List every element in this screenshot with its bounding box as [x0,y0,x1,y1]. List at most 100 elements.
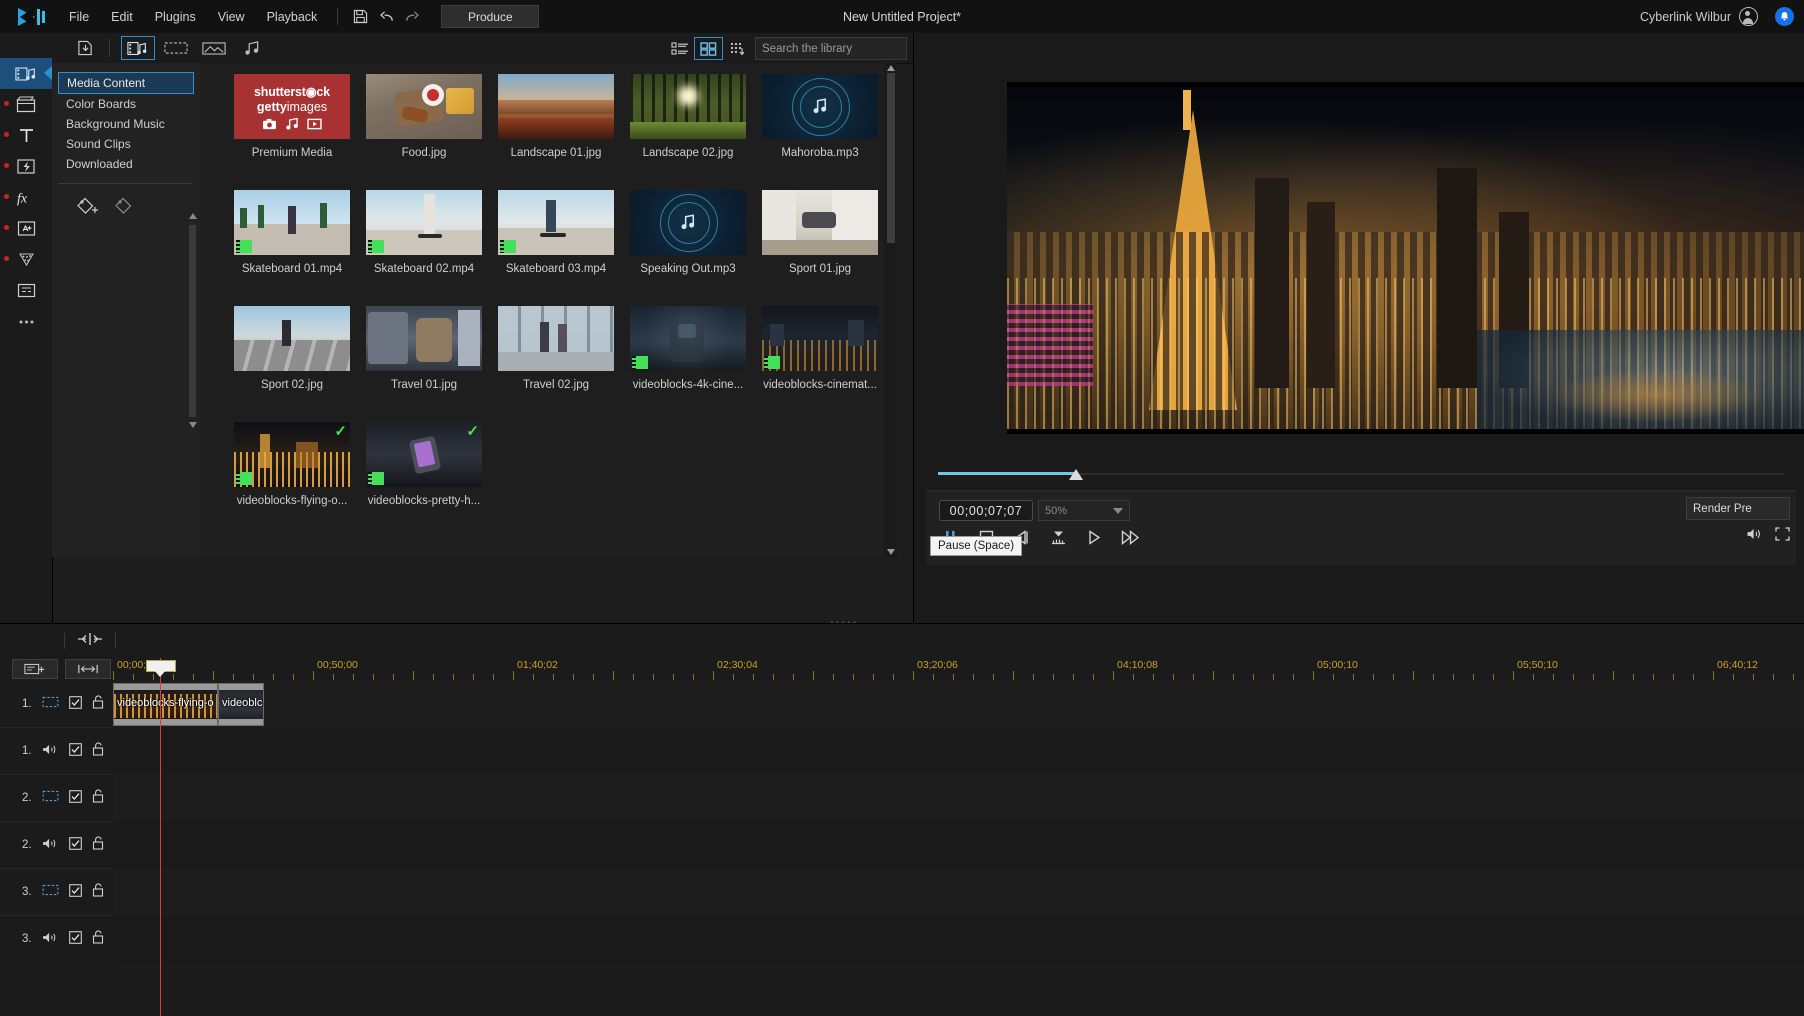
snapshot-button[interactable] [1047,527,1069,547]
account-area[interactable]: Cyberlink Wilbur [1640,0,1758,33]
media-item-skateboard-01[interactable]: Skateboard 01.mp4 [226,190,358,275]
track-body-audio-1[interactable] [113,727,1804,775]
timeline-resize-icon[interactable] [77,632,103,651]
produce-button[interactable]: Produce [441,5,539,28]
track-lock-icon[interactable] [92,883,104,900]
media-thumbnail[interactable] [234,306,350,371]
track-lock-icon[interactable] [92,695,104,712]
timeline-clip[interactable]: videoblc [218,683,264,726]
menu-plugins[interactable]: Plugins [144,6,207,28]
media-item-videoblocks-flying[interactable]: ✓ videoblocks-flying-o... [226,422,358,507]
media-item-landscape-02[interactable]: Landscape 02.jpg [622,74,754,159]
media-item-food[interactable]: Food.jpg [358,74,490,159]
preview-zoom-select[interactable]: 50% [1038,500,1130,521]
track-lock-icon[interactable] [92,789,104,806]
volume-icon[interactable] [1746,527,1763,546]
media-thumbnail[interactable]: ✓ [366,422,482,487]
media-item-premium[interactable]: shutterst◉ck gettyimages Premium Media [226,74,358,159]
notification-bell-icon[interactable] [1775,7,1794,26]
menu-file[interactable]: File [58,6,100,28]
play-button[interactable] [1083,527,1105,547]
media-thumbnail[interactable] [366,74,482,139]
sort-icon[interactable] [723,37,752,60]
import-media-icon[interactable] [68,36,102,60]
save-icon[interactable] [347,6,373,28]
timeline-clip[interactable]: videoblocks-flying-o [113,683,218,726]
media-item-travel-02[interactable]: Travel 02.jpg [490,306,622,391]
media-thumbnail[interactable]: ✓ [234,422,350,487]
list-view-icon[interactable] [665,37,694,60]
render-preview-button[interactable]: Render Pre [1686,497,1790,520]
category-background-music[interactable]: Background Music [58,114,194,134]
media-thumbnail[interactable] [366,306,482,371]
category-sound-clips[interactable]: Sound Clips [58,134,194,154]
track-visibility-checkbox[interactable] [69,837,82,853]
menu-view[interactable]: View [207,6,256,28]
media-item-mahoroba[interactable]: Mahoroba.mp3 [754,74,886,159]
category-scroll-thumb[interactable] [189,225,196,417]
media-item-videoblocks-pretty[interactable]: ✓ videoblocks-pretty-h... [358,422,490,507]
avatar[interactable] [1739,7,1758,26]
track-visibility-checkbox[interactable] [69,884,82,900]
category-media-content[interactable]: Media Content [58,72,194,94]
media-thumbnail[interactable] [630,306,746,371]
sidebar-item-fx-room[interactable]: fx [0,182,52,213]
track-visibility-checkbox[interactable] [69,743,82,759]
track-body-audio-2[interactable] [113,821,1804,869]
media-item-skateboard-03[interactable]: Skateboard 03.mp4 [490,190,622,275]
sidebar-item-transition-room[interactable] [0,151,52,182]
search-field[interactable] [756,42,918,56]
track-body-video-3[interactable] [113,868,1804,916]
sidebar-item-media-room[interactable] [0,58,52,89]
menu-playback[interactable]: Playback [256,6,329,28]
track-lock-icon[interactable] [92,930,104,947]
timecode-field[interactable]: 00;00;07;07 [939,500,1033,521]
sidebar-item-overlay-room[interactable] [0,213,52,244]
menu-edit[interactable]: Edit [100,6,144,28]
grid-view-icon[interactable] [694,37,723,60]
media-thumbnail[interactable] [762,306,878,371]
track-body-video-1[interactable]: videoblocks-flying-o videoblc [113,680,1804,728]
media-thumbnail[interactable] [762,190,878,255]
category-scrollbar[interactable] [188,213,197,428]
media-thumbnail[interactable] [762,74,878,139]
sidebar-item-clapperboard[interactable] [0,89,52,120]
preview-video[interactable] [1007,82,1804,434]
media-thumbnail[interactable]: shutterst◉ck gettyimages [234,74,350,139]
media-thumbnail[interactable] [630,74,746,139]
track-visibility-checkbox[interactable] [69,931,82,947]
media-thumbnail[interactable] [366,190,482,255]
track-lock-icon[interactable] [92,742,104,759]
video-filter-icon[interactable] [159,36,193,60]
media-item-skateboard-02[interactable]: Skateboard 02.mp4 [358,190,490,275]
image-filter-icon[interactable] [197,36,231,60]
redo-icon[interactable] [399,6,425,28]
media-item-travel-01[interactable]: Travel 01.jpg [358,306,490,391]
track-lock-icon[interactable] [92,836,104,853]
media-thumbnail[interactable] [498,74,614,139]
track-visibility-checkbox[interactable] [69,790,82,806]
media-item-speaking-out[interactable]: Speaking Out.mp3 [622,190,754,275]
category-color-boards[interactable]: Color Boards [58,94,194,114]
media-thumbnail[interactable] [498,306,614,371]
scrubber-handle[interactable] [1069,469,1083,480]
media-thumbnail[interactable] [234,190,350,255]
media-all-icon[interactable] [121,36,155,60]
media-item-sport-02[interactable]: Sport 02.jpg [226,306,358,391]
media-item-videoblocks-cinematic[interactable]: videoblocks-cinemat... [754,306,886,391]
media-grid-scroll-thumb[interactable] [887,73,895,243]
track-manager-icon[interactable] [65,659,111,679]
add-tag-icon[interactable] [76,196,100,221]
sidebar-item-subtitle-room[interactable] [0,275,52,306]
category-downloaded[interactable]: Downloaded [58,154,194,174]
media-thumbnail[interactable] [630,190,746,255]
playhead-handle[interactable] [146,660,174,677]
preview-scrubber[interactable] [938,472,1784,476]
track-body-video-2[interactable] [113,774,1804,822]
add-track-icon[interactable] [12,659,58,679]
fullscreen-icon[interactable] [1775,527,1790,546]
media-item-landscape-01[interactable]: Landscape 01.jpg [490,74,622,159]
remove-tag-icon[interactable] [114,196,138,221]
undo-icon[interactable] [373,6,399,28]
timeline-ruler[interactable]: 00;00;00 00;50;00 01;40;02 02;30;04 03;2… [113,658,1804,681]
